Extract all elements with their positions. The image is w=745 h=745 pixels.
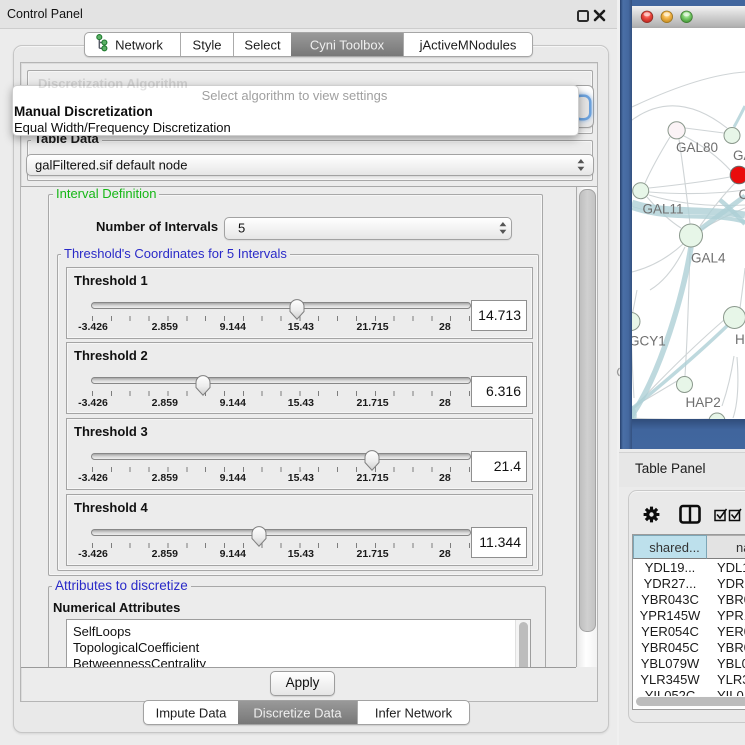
svg-text:C: C <box>739 187 745 202</box>
svg-text:GAL80: GAL80 <box>676 140 718 155</box>
svg-text:GAL: GAL <box>733 148 745 163</box>
svg-text:HAP2: HAP2 <box>686 395 721 410</box>
svg-text:GAL4: GAL4 <box>691 251 726 266</box>
svg-text:H: H <box>735 332 745 347</box>
svg-text:GCY1: GCY1 <box>632 334 666 349</box>
svg-text:GAL11: GAL11 <box>643 202 684 217</box>
